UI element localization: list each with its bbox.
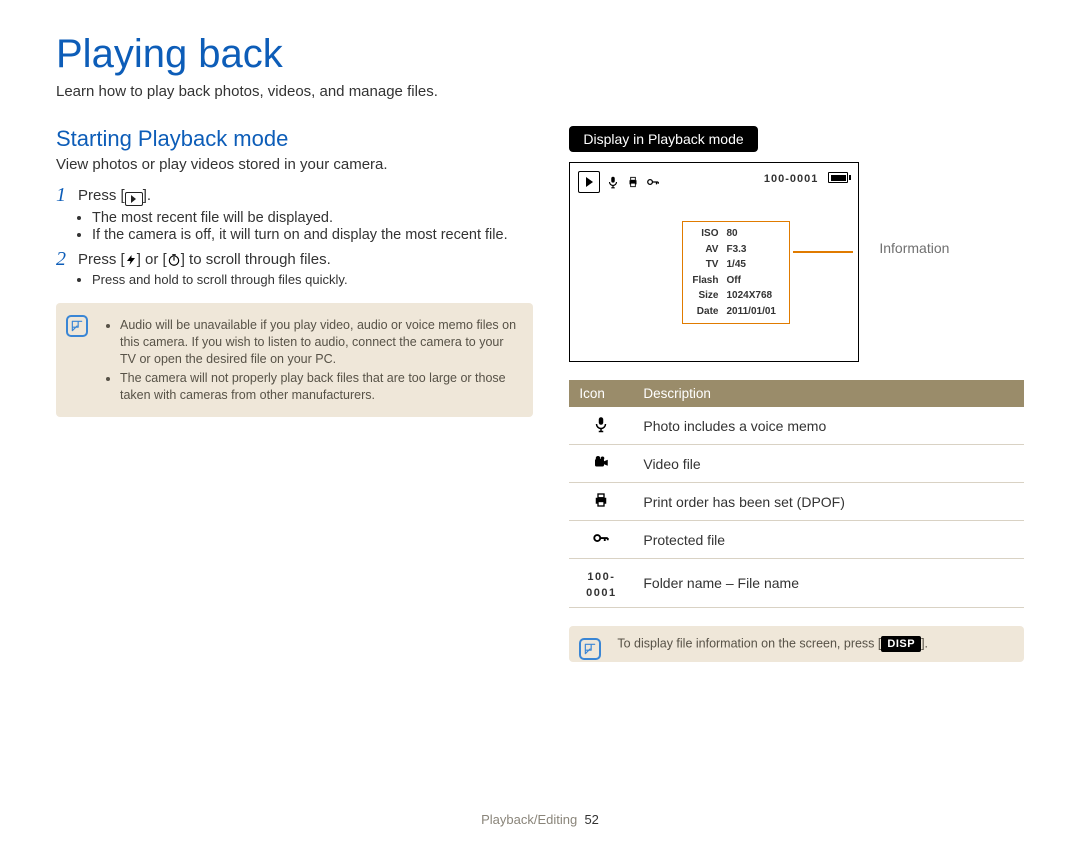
note-left-1: Audio will be unavailable if you play vi… xyxy=(120,317,517,368)
table-row: Video file xyxy=(569,445,1024,483)
step-1-pre: Press [ xyxy=(78,187,125,204)
table-row: 100-0001 Folder name – File name xyxy=(569,559,1024,608)
battery-icon xyxy=(828,172,848,183)
table-row: Protected file xyxy=(569,521,1024,559)
page-intro: Learn how to play back photos, videos, a… xyxy=(56,83,1024,100)
file-code-icon: 100-0001 xyxy=(569,559,633,608)
table-row: Photo includes a voice memo xyxy=(569,407,1024,445)
note-box-right: To display file information on the scree… xyxy=(569,626,1024,662)
key-icon xyxy=(646,175,660,189)
table-head-desc: Description xyxy=(633,380,1024,407)
print-icon xyxy=(569,483,633,521)
step-1-number: 1 xyxy=(56,184,66,207)
display-diagram-wrapper: 100-0001 ISO80 AVF3.3 TV1/45 FlashOff Si… xyxy=(569,162,1024,362)
disp-button-icon: DISP xyxy=(881,636,921,652)
step-2-pre: Press [ xyxy=(78,251,125,268)
note-left-2: The camera will not properly play back f… xyxy=(120,370,517,404)
footer-section: Playback/Editing xyxy=(481,812,577,827)
playback-button-icon xyxy=(125,192,143,206)
print-icon xyxy=(626,175,640,189)
key-icon xyxy=(569,521,633,559)
page-footer: Playback/Editing 52 xyxy=(56,812,1024,827)
diagram-topbar xyxy=(578,171,660,193)
note-right-pre: To display file information on the scree… xyxy=(617,636,881,650)
footer-page: 52 xyxy=(584,812,598,827)
display-diagram: 100-0001 ISO80 AVF3.3 TV1/45 FlashOff Si… xyxy=(569,162,859,362)
section-heading: Starting Playback mode xyxy=(56,126,533,152)
step-1: 1 Press []. xyxy=(56,187,533,206)
step-2-number: 2 xyxy=(56,248,66,271)
table-row: Print order has been set (DPOF) xyxy=(569,483,1024,521)
step-1-bullet-2: If the camera is off, it will turn on an… xyxy=(92,227,533,243)
display-mode-tab: Display in Playback mode xyxy=(569,126,757,152)
note-icon xyxy=(579,638,601,660)
note-right-post: ]. xyxy=(921,636,928,650)
step-1-bullet-1: The most recent file will be displayed. xyxy=(92,210,533,226)
file-code-label: 100-0001 xyxy=(764,173,819,185)
video-icon xyxy=(569,445,633,483)
step-2: 2 Press [ ] or [ ] to scroll through files… xyxy=(56,251,533,268)
mic-icon xyxy=(606,175,620,189)
flash-button-icon xyxy=(125,253,137,267)
info-box: ISO80 AVF3.3 TV1/45 FlashOff Size1024X76… xyxy=(682,221,790,324)
step-2-sub: Press and hold to scroll through files q… xyxy=(56,272,533,287)
page-title: Playing back xyxy=(56,32,1024,77)
table-head-icon: Icon xyxy=(569,380,633,407)
step-2-mid: ] or [ xyxy=(137,251,167,268)
information-label: Information xyxy=(879,240,949,256)
step-2-sub-text: Press and hold to scroll through files q… xyxy=(92,272,533,287)
section-sub: View photos or play videos stored in you… xyxy=(56,156,533,173)
icon-table: Icon Description Photo includes a voice … xyxy=(569,380,1024,608)
info-leader-line xyxy=(793,251,853,253)
step-2-post: ] to scroll through files. xyxy=(181,251,331,268)
step-1-post: ]. xyxy=(143,187,151,204)
timer-button-icon xyxy=(167,253,181,267)
mic-icon xyxy=(569,407,633,445)
note-box-left: Audio will be unavailable if you play vi… xyxy=(56,303,533,417)
play-icon xyxy=(578,171,600,193)
step-1-bullets: The most recent file will be displayed. … xyxy=(56,210,533,243)
note-icon xyxy=(66,315,88,337)
